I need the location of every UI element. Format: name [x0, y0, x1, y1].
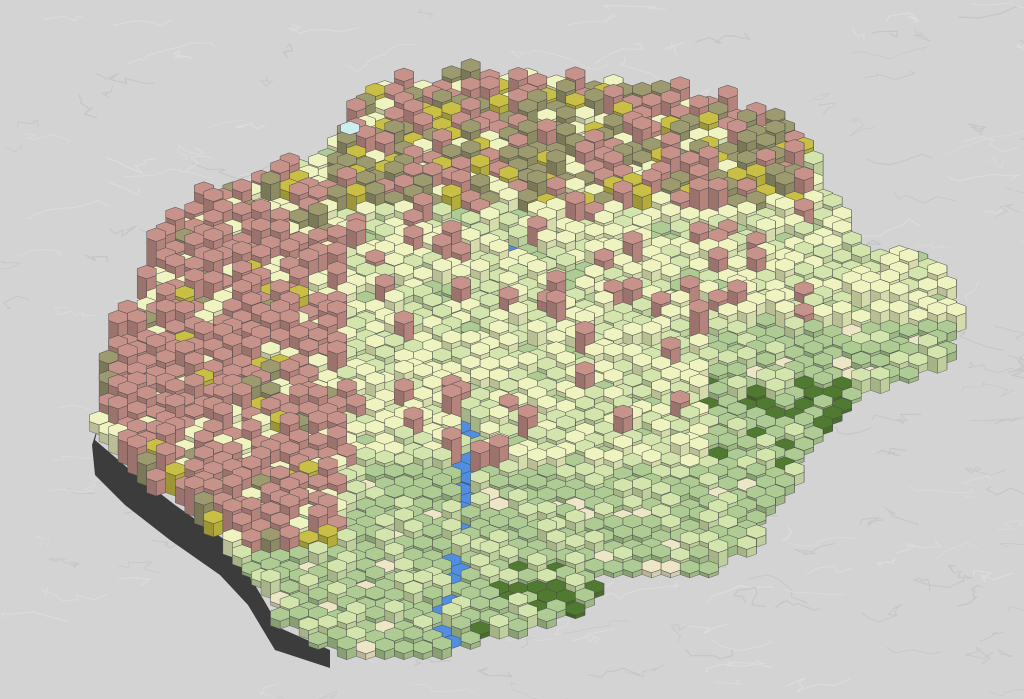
- hex-cell-mustard[interactable]: [203, 509, 224, 538]
- hex-cell-sage[interactable]: [622, 558, 643, 579]
- hex-extrusion-map[interactable]: [0, 0, 1024, 699]
- hex-cell-light-green[interactable]: [870, 366, 890, 394]
- hex-cell-sage[interactable]: [413, 639, 433, 660]
- hex-cell-sage[interactable]: [375, 637, 395, 660]
- hex-cell-sage[interactable]: [603, 559, 624, 579]
- hex-cell-sage[interactable]: [308, 631, 328, 650]
- hex-cell-sage[interactable]: [679, 559, 700, 579]
- hex-cell-sage[interactable]: [270, 607, 290, 630]
- hex-cell-beige[interactable]: [660, 559, 681, 579]
- hex-cell-dark-green[interactable]: [565, 601, 586, 620]
- hex-cell-beige[interactable]: [356, 639, 376, 660]
- hex-cell-light-green[interactable]: [489, 613, 509, 640]
- hex-cell-beige[interactable]: [641, 558, 662, 579]
- hex-cell-light-green[interactable]: [927, 344, 948, 374]
- hex-cell-sage[interactable]: [394, 639, 414, 660]
- hex-cell-sage[interactable]: [899, 365, 919, 384]
- hex-cell-light-green[interactable]: [737, 535, 757, 558]
- hex-cell-sage[interactable]: [698, 560, 719, 579]
- hex-cell-sage[interactable]: [537, 607, 557, 630]
- hex-cell-rose[interactable]: [146, 467, 166, 497]
- map-scene[interactable]: [0, 0, 1024, 699]
- hex-cell-sage[interactable]: [460, 630, 481, 650]
- hex-cell-sage[interactable]: [336, 635, 357, 660]
- hex-cell-sage[interactable]: [432, 636, 452, 660]
- hex-cell-sage[interactable]: [508, 617, 528, 640]
